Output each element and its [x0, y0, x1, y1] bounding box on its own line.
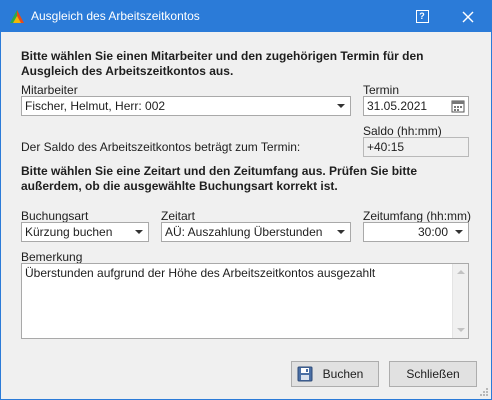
time-type-label: Zeitart [161, 209, 196, 223]
time-type-value: AÜ: Auszahlung Überstunden [165, 225, 323, 239]
employee-label: Mitarbeiter [21, 83, 78, 97]
chevron-down-icon [455, 230, 463, 234]
employee-value: Fischer, Helmut, Herr: 002 [25, 99, 166, 113]
resize-grip-icon[interactable] [479, 387, 489, 397]
time-amount-value: 30:00 [417, 225, 448, 239]
date-value: 31.05.2021 [367, 99, 428, 113]
intro-text: Bitte wählen Sie einen Mitarbeiter und d… [21, 49, 424, 78]
remark-value: Überstunden aufgrund der Höhe des Arbeit… [25, 266, 376, 280]
close-button-label: Schließen [406, 367, 460, 381]
dialog-window: Ausgleich des Arbeitszeitkontos ? Bitte … [0, 0, 492, 400]
help-icon: ? [415, 10, 429, 23]
balance-value: +40:15 [367, 140, 405, 154]
chevron-down-icon [337, 104, 345, 108]
book-button[interactable]: Buchen [291, 361, 379, 387]
balance-label: Saldo (hh:mm) [363, 124, 442, 138]
balance-caption: Der Saldo des Arbeitszeitkontos beträgt … [21, 140, 301, 154]
booking-type-label: Buchungsart [21, 209, 89, 223]
booking-type-dropdown[interactable]: Kürzung buchen [21, 222, 149, 242]
remark-scrollbar[interactable] [452, 264, 468, 338]
remark-textarea[interactable]: Überstunden aufgrund der Höhe des Arbeit… [21, 263, 469, 339]
calendar-icon[interactable] [451, 99, 465, 113]
booking-type-value: Kürzung buchen [25, 225, 113, 239]
title-bar[interactable]: Ausgleich des Arbeitszeitkontos ? [1, 1, 491, 32]
date-picker[interactable]: 31.05.2021 [363, 96, 469, 116]
balance-field: +40:15 [363, 137, 469, 157]
book-button-label: Buchen [322, 367, 364, 381]
scroll-up-icon[interactable] [457, 270, 465, 274]
scroll-down-icon[interactable] [457, 328, 465, 332]
date-label: Termin [363, 83, 400, 97]
triangle-logo-icon [10, 10, 24, 23]
window-title: Ausgleich des Arbeitszeitkontos [31, 9, 200, 23]
close-button[interactable]: Schließen [389, 361, 477, 387]
close-icon [462, 11, 474, 22]
save-icon [297, 366, 313, 382]
time-amount-dropdown[interactable]: 30:00 [363, 222, 469, 242]
time-amount-label: Zeitumfang (hh:mm) [363, 209, 472, 223]
close-window-button[interactable] [445, 1, 491, 32]
time-type-dropdown[interactable]: AÜ: Auszahlung Überstunden [161, 222, 351, 242]
help-button[interactable]: ? [399, 1, 445, 32]
chevron-down-icon [337, 230, 345, 234]
instructions-text: Bitte wählen Sie eine Zeitart und den Ze… [21, 164, 418, 193]
employee-dropdown[interactable]: Fischer, Helmut, Herr: 002 [21, 96, 351, 116]
chevron-down-icon [135, 230, 143, 234]
remark-label: Bemerkung [21, 250, 83, 264]
